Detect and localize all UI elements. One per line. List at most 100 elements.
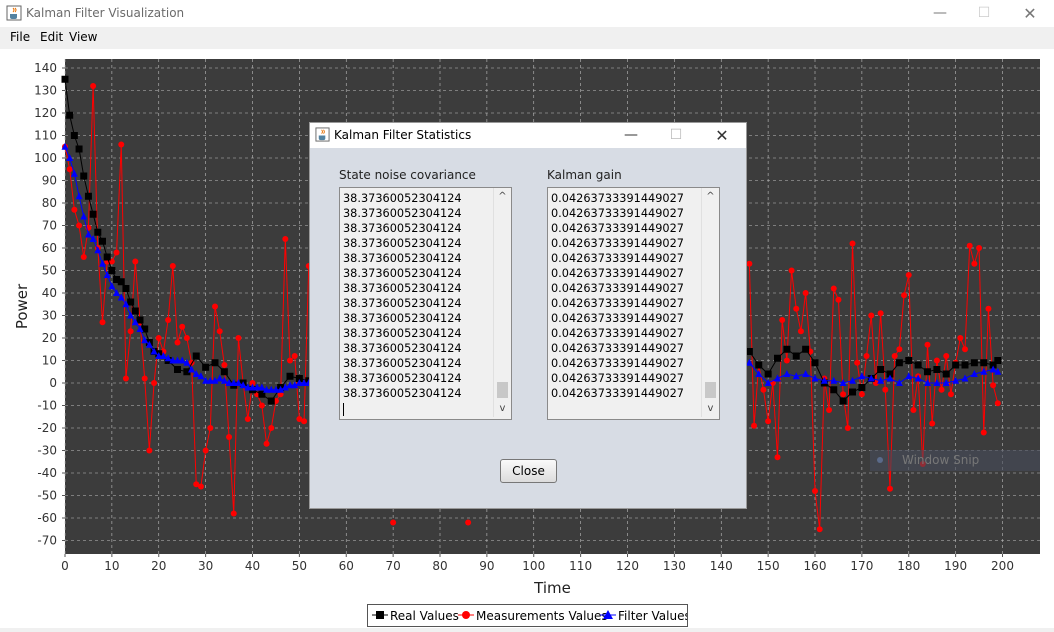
- real-value-point: [131, 307, 139, 315]
- kalman-gain-value-line: 0.04263733391449027: [551, 327, 684, 340]
- menu-edit[interactable]: Edit: [40, 30, 63, 44]
- measurement-point: [765, 418, 772, 425]
- x-tick-label: 180: [897, 559, 920, 573]
- measurement-point: [169, 263, 176, 269]
- measurement-point: [174, 339, 181, 346]
- y-tick-label: 30: [42, 309, 57, 323]
- scroll-down-arrow-icon[interactable]: v: [494, 400, 511, 417]
- real-value-point: [117, 278, 125, 286]
- dialog-close-x-button[interactable]: ✕: [702, 123, 742, 148]
- measurement-point: [797, 328, 804, 335]
- x-tick-label: 120: [616, 559, 639, 573]
- legend-marker-real: [376, 611, 384, 619]
- measurement-point: [929, 420, 936, 427]
- measurement-point: [202, 447, 209, 454]
- text-caret: [343, 403, 344, 416]
- menubar: File Edit View: [0, 27, 1054, 49]
- real-value-point: [220, 368, 228, 376]
- real-value-point: [267, 397, 275, 405]
- measurement-point: [301, 418, 308, 425]
- real-value-point: [783, 345, 791, 353]
- snip-icon: [877, 457, 883, 463]
- y-tick-label: 80: [42, 196, 57, 210]
- dialog-maximize-button[interactable]: ☐: [656, 123, 696, 148]
- measurement-point: [113, 249, 120, 256]
- real-value-point: [811, 359, 819, 367]
- covariance-value-line: 38.37360052304124: [343, 312, 462, 325]
- measurement-point: [212, 303, 218, 310]
- measurement-point: [118, 141, 125, 148]
- scroll-down-arrow-icon[interactable]: v: [702, 400, 719, 417]
- y-tick-label: -20: [37, 421, 57, 435]
- measurement-point: [896, 346, 903, 353]
- measurement-point: [854, 359, 861, 366]
- x-tick-label: 60: [339, 559, 354, 573]
- close-button[interactable]: Close: [500, 459, 557, 483]
- real-value-point: [774, 354, 781, 362]
- measurement-point: [258, 402, 265, 409]
- x-tick-label: 70: [385, 559, 400, 573]
- measurement-point: [66, 166, 73, 173]
- x-tick-label: 110: [569, 559, 592, 573]
- y-tick-label: 130: [34, 84, 57, 98]
- kalman-gain-value-line: 0.04263733391449027: [551, 222, 684, 235]
- minimize-button[interactable]: —: [917, 0, 963, 27]
- measurement-point: [268, 425, 275, 431]
- kalman-gain-value-line: 0.04263733391449027: [551, 237, 684, 250]
- covariance-value-line: 38.37360052304124: [343, 237, 462, 250]
- scroll-up-arrow-icon[interactable]: ^: [494, 188, 511, 205]
- x-tick-label: 130: [663, 559, 686, 573]
- real-value-point: [80, 172, 88, 180]
- covariance-scrollbar[interactable]: ^ v: [493, 188, 511, 417]
- measurement-point: [207, 425, 214, 431]
- y-tick-label: 60: [42, 241, 57, 255]
- measurement-point: [155, 335, 162, 341]
- kalman-gain-value-line: 0.04263733391449027: [551, 372, 684, 385]
- measurement-point: [938, 386, 945, 393]
- real-value-point: [755, 361, 763, 369]
- measurement-point: [957, 335, 964, 341]
- real-value-point: [980, 359, 988, 367]
- x-tick-label: 50: [292, 559, 307, 573]
- measurement-point: [947, 391, 954, 398]
- scroll-thumb[interactable]: [705, 382, 716, 398]
- real-value-point: [924, 368, 931, 376]
- statistics-dialog: Kalman Filter Statistics — ☐ ✕ State noi…: [309, 122, 747, 509]
- java-cup-icon: [6, 5, 22, 21]
- menu-view[interactable]: View: [69, 30, 97, 44]
- x-axis-label: Time: [533, 579, 571, 597]
- measurement-point: [868, 312, 875, 319]
- measurement-point: [183, 335, 190, 341]
- dialog-minimize-button[interactable]: —: [611, 123, 651, 148]
- covariance-textarea[interactable]: 38.37360052304124 38.37360052304124 38.373…: [339, 187, 512, 420]
- menu-file[interactable]: File: [10, 30, 30, 44]
- measurement-point: [994, 400, 1001, 407]
- legend-label-filter: Filter Values: [618, 609, 687, 623]
- y-axis-label: Power: [13, 283, 31, 329]
- measurement-point: [812, 488, 818, 494]
- measurement-point: [816, 526, 823, 533]
- measurement-point: [146, 447, 153, 454]
- real-value-point: [970, 359, 978, 367]
- real-value-point: [895, 359, 903, 367]
- measurement-point: [90, 83, 97, 89]
- measurement-point: [802, 290, 809, 296]
- measurement-point: [985, 305, 992, 312]
- kalman-gain-value-line: 0.04263733391449027: [551, 357, 684, 370]
- covariance-value-line: 38.37360052304124: [343, 282, 462, 295]
- y-tick-label: 10: [42, 354, 57, 368]
- kalman-gain-textarea[interactable]: 0.04263733391449027 0.04263733391449027 0.…: [547, 187, 720, 420]
- covariance-values: 38.37360052304124 38.37360052304124 38.373…: [343, 191, 462, 401]
- measurement-point: [291, 353, 298, 359]
- maximize-button[interactable]: ☐: [961, 0, 1007, 27]
- close-window-button[interactable]: ✕: [1007, 0, 1053, 27]
- real-value-point: [952, 361, 960, 369]
- scroll-thumb[interactable]: [497, 382, 508, 398]
- real-value-point: [84, 192, 92, 200]
- kalman-gain-scrollbar[interactable]: ^ v: [701, 188, 719, 417]
- measurement-point: [760, 386, 767, 393]
- measurement-point: [901, 292, 908, 299]
- real-value-point: [61, 75, 69, 83]
- scroll-up-arrow-icon[interactable]: ^: [702, 188, 719, 205]
- real-value-point: [905, 357, 913, 364]
